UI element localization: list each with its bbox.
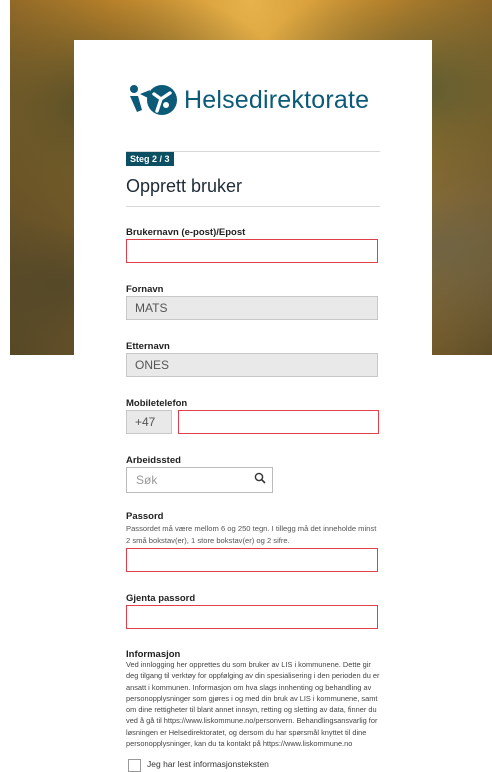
mobile-input[interactable] <box>178 410 379 434</box>
divider <box>126 206 380 207</box>
information-text: Ved innlogging her opprettes du som bruk… <box>126 660 380 749</box>
mobile-label: Mobiletelefon <box>126 398 188 409</box>
brand-logo: Helsedirektorate <box>128 84 369 116</box>
password-label: Passord <box>126 511 164 522</box>
username-input[interactable] <box>126 239 378 263</box>
helsedirektoratet-logo-icon <box>130 85 177 115</box>
brand-name: Helsedirektorate <box>184 85 370 114</box>
username-label: Brukernavn (e-post)/Epost <box>126 227 246 238</box>
search-icon[interactable] <box>254 472 266 484</box>
password-hint: Passordet må være mellom 6 og 250 tegn. … <box>126 524 377 545</box>
country-code-prefix: +47 <box>126 410 172 434</box>
workplace-search-placeholder: Søk <box>136 473 158 487</box>
read-info-checkbox-label[interactable]: Jeg har lest informasjonsteksten <box>147 759 269 769</box>
last-name-input: ONES <box>126 353 378 377</box>
step-badge: Steg 2 / 3 <box>126 152 174 166</box>
workplace-label: Arbeidssted <box>126 455 181 466</box>
registration-card: Helsedirektorate Steg 2 / 3 Opprett bruk… <box>74 40 432 772</box>
workplace-search-input[interactable]: Søk <box>126 467 273 493</box>
password-repeat-label: Gjenta passord <box>126 593 196 604</box>
read-info-checkbox[interactable] <box>128 759 141 772</box>
first-name-input: MATS <box>126 296 378 320</box>
last-name-label: Etternavn <box>126 341 170 352</box>
first-name-label: Fornavn <box>126 284 164 295</box>
page-title: Opprett bruker <box>126 176 243 196</box>
password-repeat-input[interactable] <box>126 605 378 629</box>
password-input[interactable] <box>126 548 378 572</box>
